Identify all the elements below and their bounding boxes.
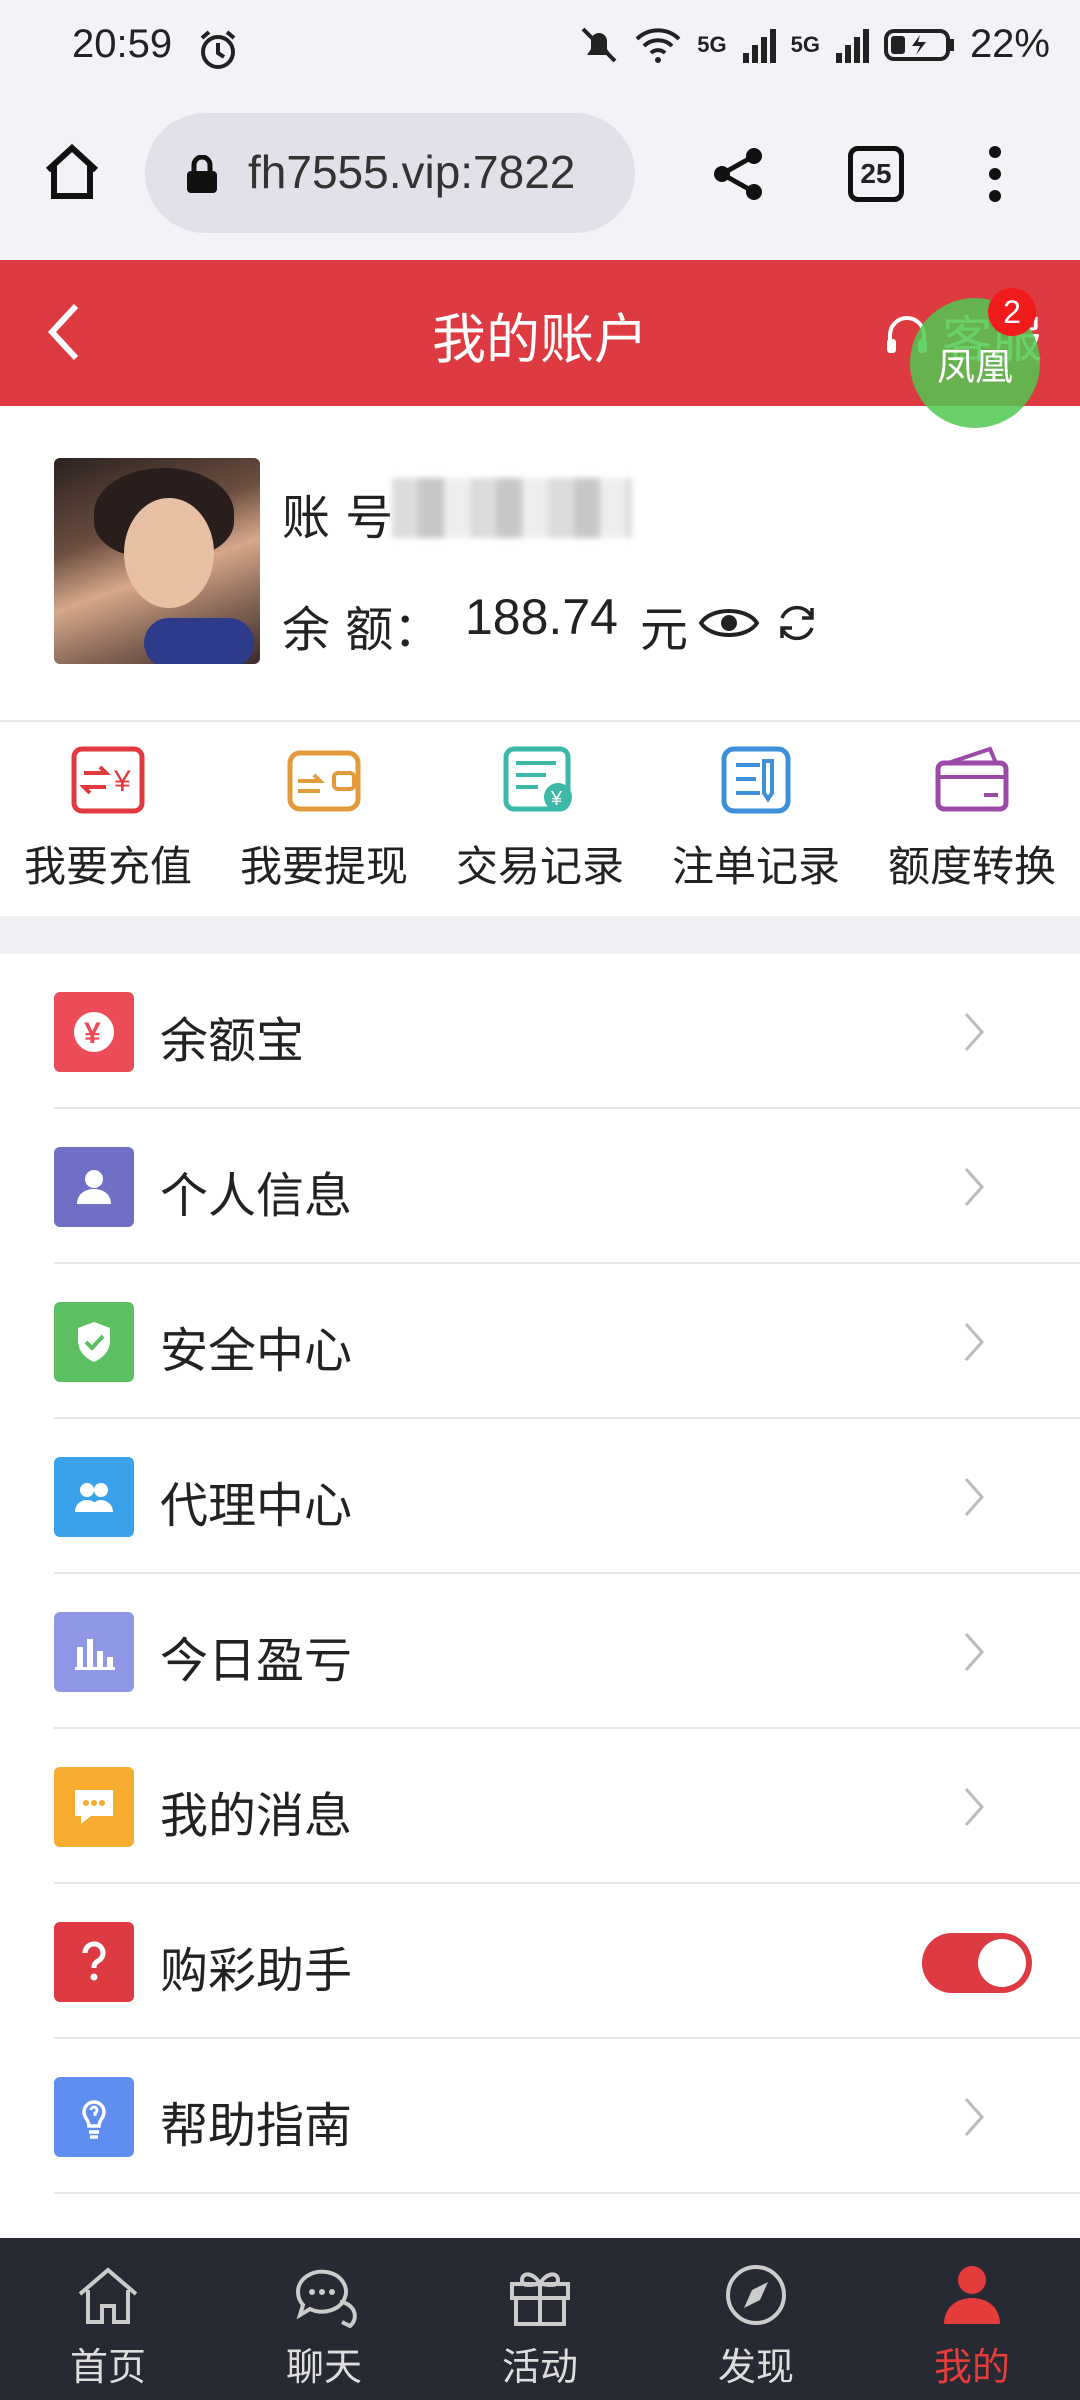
svg-text:¥: ¥	[84, 1017, 101, 1050]
nav-label: 活动	[501, 2345, 578, 2389]
share-icon[interactable]	[710, 146, 766, 202]
svg-text:¥: ¥	[550, 788, 563, 810]
quick-action-label: 额度转换	[887, 842, 1056, 891]
network-label-1: 5G	[697, 31, 727, 57]
chevron-right-icon	[964, 1168, 985, 1206]
battery-icon	[883, 28, 954, 61]
battery-percent: 22%	[969, 22, 1050, 66]
menu-item-agent-center[interactable]: 代理中心	[0, 1419, 1080, 1574]
balance-value: 188.74	[465, 589, 618, 645]
url-text[interactable]: fh7555.vip:7822	[248, 145, 618, 199]
yuebao-icon: ¥	[54, 992, 134, 1072]
signal-icon-1	[742, 28, 776, 63]
status-icons: 5G 5G 22%	[579, 22, 1050, 67]
lock-icon	[187, 155, 217, 193]
avatar[interactable]	[54, 458, 260, 664]
alarm-icon	[200, 30, 236, 69]
menu-item-label: 我的消息	[160, 1788, 353, 1844]
withdraw-icon	[287, 750, 361, 812]
quick-action-bet-record[interactable]: 注单记录	[648, 745, 864, 894]
tab-switcher-button[interactable]: 25	[848, 146, 904, 202]
quick-action-label: 交易记录	[455, 842, 624, 891]
quick-action-label: 我要充值	[23, 842, 192, 891]
menu-item-label: 帮助指南	[160, 2098, 353, 2154]
user-icon	[944, 2266, 1000, 2324]
notification-badge: 2	[988, 288, 1036, 336]
status-time: 20:59	[72, 22, 173, 66]
bar-chart-icon	[54, 1612, 134, 1692]
shield-icon	[54, 1302, 134, 1382]
account-label: 账 号	[282, 490, 394, 546]
quick-action-withdraw[interactable]: 我要提现	[216, 745, 432, 894]
chevron-right-icon	[964, 1788, 985, 1826]
nav-item-chat[interactable]: 聊天	[216, 2262, 432, 2391]
divider	[0, 720, 1080, 722]
account-value-blurred	[392, 478, 632, 538]
menu-item-daily-profit[interactable]: 今日盈亏	[0, 1574, 1080, 1729]
nav-item-discover[interactable]: 发现	[648, 2262, 864, 2391]
nav-item-activity[interactable]: 活动	[432, 2262, 648, 2391]
svg-text:¥: ¥	[113, 765, 131, 798]
menu-item-label: 购彩助手	[160, 1943, 353, 1999]
recharge-icon: ¥	[71, 746, 145, 814]
balance-label: 余 额：	[282, 602, 442, 658]
compass-icon	[726, 2265, 786, 2325]
nav-label: 发现	[717, 2345, 794, 2389]
quick-action-label: 注单记录	[671, 842, 840, 891]
wallet-transfer-icon	[935, 746, 1009, 812]
menu-item-personal-info[interactable]: 个人信息	[0, 1109, 1080, 1264]
transaction-record-icon: ¥	[503, 746, 572, 812]
chevron-right-icon	[964, 1323, 985, 1361]
browser-home-icon[interactable]	[40, 140, 104, 204]
menu-item-lottery-assistant[interactable]: 购彩助手	[0, 1884, 1080, 2039]
menu-item-security-center[interactable]: 安全中心	[0, 1264, 1080, 1419]
quick-action-transaction-record[interactable]: ¥ 交易记录	[432, 745, 648, 894]
menu-item-label: 安全中心	[160, 1323, 353, 1379]
question-icon	[54, 1922, 134, 2002]
gift-icon	[510, 2272, 570, 2326]
chat-icon	[295, 2269, 357, 2329]
agents-icon	[54, 1457, 134, 1537]
lottery-assistant-toggle[interactable]	[922, 1933, 1032, 1993]
menu-item-label: 余额宝	[160, 1013, 305, 1069]
bet-record-icon	[721, 746, 791, 814]
menu-item-label: 代理中心	[160, 1478, 353, 1534]
network-label-2: 5G	[790, 31, 820, 57]
menu-item-label: 个人信息	[160, 1168, 353, 1224]
chevron-right-icon	[964, 1013, 985, 1051]
menu-item-yuebao[interactable]: ¥ 余额宝	[0, 954, 1080, 1109]
refresh-icon[interactable]	[774, 600, 820, 646]
home-icon	[78, 2267, 138, 2324]
quick-action-recharge[interactable]: ¥ 我要充值	[0, 745, 216, 894]
nav-item-mine[interactable]: 我的	[864, 2262, 1080, 2391]
message-icon	[54, 1767, 134, 1847]
quick-action-label: 我要提现	[239, 842, 408, 891]
balance-unit: 元	[640, 602, 689, 658]
menu-item-my-messages[interactable]: 我的消息	[0, 1729, 1080, 1884]
chevron-right-icon	[964, 1478, 985, 1516]
person-icon	[54, 1147, 134, 1227]
menu-item-label: 今日盈亏	[160, 1633, 353, 1689]
nav-item-home[interactable]: 首页	[0, 2262, 216, 2391]
nav-label: 首页	[69, 2345, 146, 2389]
section-gap	[0, 916, 1080, 954]
chevron-right-icon	[964, 1633, 985, 1671]
eye-icon[interactable]	[698, 598, 760, 648]
menu-item-help-guide[interactable]: 帮助指南	[0, 2039, 1080, 2194]
signal-icon-2	[835, 28, 869, 63]
help-bulb-icon	[54, 2077, 134, 2157]
nav-label: 我的	[933, 2345, 1010, 2389]
wifi-icon	[635, 27, 681, 63]
nav-label: 聊天	[285, 2345, 362, 2389]
chevron-right-icon	[964, 2098, 985, 2136]
mute-icon	[581, 27, 617, 62]
overflow-menu-icon[interactable]	[985, 146, 1005, 202]
quick-action-wallet-transfer[interactable]: 额度转换	[864, 745, 1080, 894]
